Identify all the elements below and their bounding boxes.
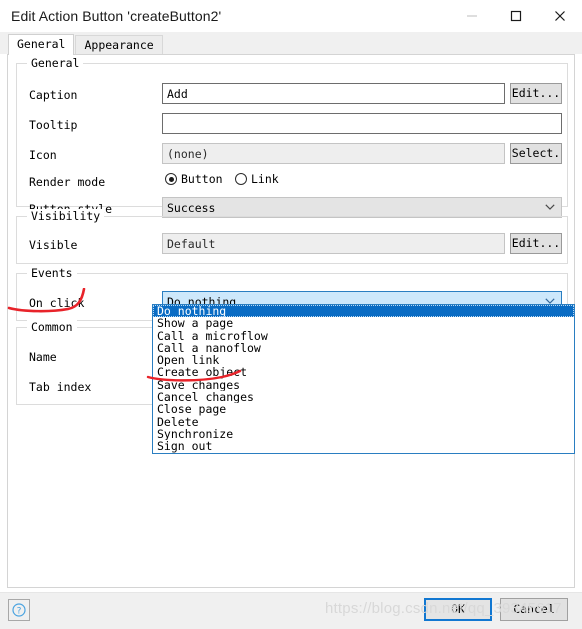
dropdown-item[interactable]: Call a microflow [153, 330, 574, 342]
render-mode-link-radio[interactable]: Link [235, 172, 279, 186]
dropdown-item[interactable]: Open link [153, 354, 574, 366]
dropdown-item[interactable]: Create object [153, 366, 574, 378]
render-mode-label: Render mode [29, 175, 106, 189]
group-general-title: General [27, 56, 84, 70]
window-title: Edit Action Button 'createButton2' [11, 8, 222, 24]
radio-unselected-icon [235, 173, 247, 185]
render-mode-button-radio[interactable]: Button [165, 172, 223, 186]
maximize-button[interactable] [494, 0, 538, 32]
chevron-down-icon [545, 204, 555, 210]
dropdown-item[interactable]: Call a nanoflow [153, 342, 574, 354]
dropdown-item[interactable]: Do nothing [153, 305, 574, 318]
maximize-icon [510, 10, 522, 22]
tab-index-label: Tab index [29, 380, 92, 394]
question-mark-icon: ? [12, 603, 26, 617]
caption-edit-button[interactable]: Edit... [510, 83, 562, 104]
button-style-value: Success [167, 201, 216, 215]
dropdown-item[interactable]: Synchronize [153, 428, 574, 440]
dropdown-item[interactable]: Show a page [153, 317, 574, 329]
icon-input[interactable]: (none) [162, 143, 505, 164]
dropdown-item[interactable]: Close page [153, 403, 574, 415]
visible-edit-button[interactable]: Edit... [510, 233, 562, 254]
button-style-combo[interactable]: Success [162, 197, 562, 218]
caption-label: Caption [29, 88, 78, 102]
minimize-button[interactable] [450, 0, 494, 32]
watermark: https://blog.csdn.net/qq_39345617 [325, 600, 562, 617]
icon-select-button[interactable]: Select. [510, 143, 562, 164]
icon-label: Icon [29, 148, 57, 162]
dropdown-item[interactable]: Delete [153, 416, 574, 428]
name-label: Name [29, 350, 57, 364]
group-common-title: Common [27, 320, 77, 334]
render-mode-link-label: Link [251, 172, 279, 186]
group-visibility-title: Visibility [27, 209, 105, 223]
on-click-dropdown-list[interactable]: Do nothing Show a page Call a microflow Cal… [152, 304, 575, 454]
dropdown-item[interactable]: Sign out [153, 440, 574, 452]
tab-strip: General Appearance [0, 32, 582, 55]
tooltip-label: Tooltip [29, 118, 78, 132]
svg-text:?: ? [16, 606, 21, 616]
visible-input[interactable]: Default [162, 233, 505, 254]
tab-general[interactable]: General [8, 34, 75, 55]
on-click-label: On click [29, 296, 85, 310]
dropdown-item[interactable]: Cancel changes [153, 391, 574, 403]
render-mode-button-label: Button [181, 172, 223, 186]
close-icon [555, 11, 565, 21]
radio-selected-icon [165, 173, 177, 185]
title-bar: Edit Action Button 'createButton2' [0, 0, 582, 32]
minimize-icon [467, 15, 477, 17]
close-button[interactable] [538, 0, 582, 32]
window-controls [450, 0, 582, 32]
caption-input[interactable]: Add [162, 83, 505, 104]
group-visibility: Visibility Visible Default Edit... [16, 209, 568, 264]
group-events-title: Events [27, 266, 77, 280]
help-button[interactable]: ? [8, 599, 30, 621]
dropdown-item[interactable]: Save changes [153, 379, 574, 391]
tooltip-input[interactable] [162, 113, 562, 134]
group-general: General Caption Add Edit... Tooltip Icon… [16, 56, 568, 218]
tab-appearance[interactable]: Appearance [75, 35, 163, 55]
visible-label: Visible [29, 238, 78, 252]
